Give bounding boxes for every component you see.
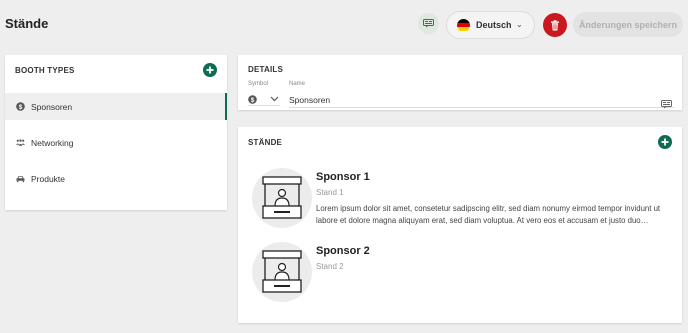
- dollar-icon: $: [16, 102, 25, 111]
- translate-icon: [423, 19, 434, 28]
- page-header: Stände Deutsch ⌄ Änderungen speichern: [0, 0, 688, 50]
- plus-icon: [661, 138, 669, 146]
- booth-type-label: Produkte: [31, 173, 66, 184]
- add-booth-type-button[interactable]: [203, 63, 217, 77]
- symbol-select[interactable]: $: [248, 93, 280, 106]
- translate-icon: [661, 100, 672, 109]
- booth-icon: [252, 242, 312, 302]
- translate-button[interactable]: [418, 13, 439, 34]
- booth-type-label: Networking: [31, 137, 74, 148]
- booth-type-item-produkte[interactable]: Produkte: [5, 165, 227, 192]
- stand-description: Lorem ipsum dolor sit amet, consetetur s…: [316, 204, 661, 225]
- stand-item[interactable]: Sponsor 2 Stand 2: [252, 242, 672, 304]
- details-title: DETAILS: [248, 65, 284, 74]
- add-stand-button[interactable]: [658, 135, 672, 149]
- save-changes-button[interactable]: Änderungen speichern: [573, 12, 683, 37]
- name-input[interactable]: [289, 92, 674, 108]
- stand-subtitle: Stand 1: [316, 188, 344, 197]
- details-panel: DETAILS Symbol Name $: [238, 55, 682, 110]
- name-label: Name: [289, 81, 306, 87]
- car-icon: [16, 174, 25, 183]
- booth-types-title: BOOTH TYPES: [15, 66, 75, 75]
- delete-button[interactable]: [543, 13, 567, 37]
- trash-icon: [551, 19, 559, 30]
- translate-button[interactable]: [661, 96, 672, 114]
- language-label: Deutsch: [476, 20, 512, 30]
- booth-icon: [252, 168, 312, 228]
- booth-type-item-networking[interactable]: Networking: [5, 129, 227, 156]
- stand-name: Sponsor 2: [316, 245, 370, 257]
- german-flag-icon: [457, 18, 470, 32]
- chevron-down-icon: ⌄: [516, 20, 523, 29]
- symbol-label: Symbol: [248, 81, 269, 87]
- people-icon: [16, 138, 25, 147]
- booth-type-item-sponsoren[interactable]: $ Sponsoren: [5, 93, 227, 120]
- staende-title: STÄNDE: [248, 138, 283, 147]
- svg-text:$: $: [251, 97, 255, 104]
- language-select[interactable]: Deutsch ⌄: [446, 11, 535, 39]
- booth-type-label: Sponsoren: [31, 101, 73, 112]
- plus-icon: [206, 66, 214, 74]
- stand-name: Sponsor 1: [316, 171, 370, 183]
- staende-panel: STÄNDE Sponsor 1 Stand 1 Lorem ipsum dol…: [238, 127, 682, 323]
- svg-text:$: $: [19, 104, 23, 111]
- booth-types-panel: BOOTH TYPES $ Sponsoren Networking Produ…: [5, 55, 227, 210]
- stand-item[interactable]: Sponsor 1 Stand 1 Lorem ipsum dolor sit …: [252, 168, 672, 230]
- dollar-icon: $: [248, 94, 257, 104]
- chevron-down-icon: [270, 96, 279, 102]
- stand-subtitle: Stand 2: [316, 262, 344, 271]
- page-title: Stände: [5, 16, 49, 31]
